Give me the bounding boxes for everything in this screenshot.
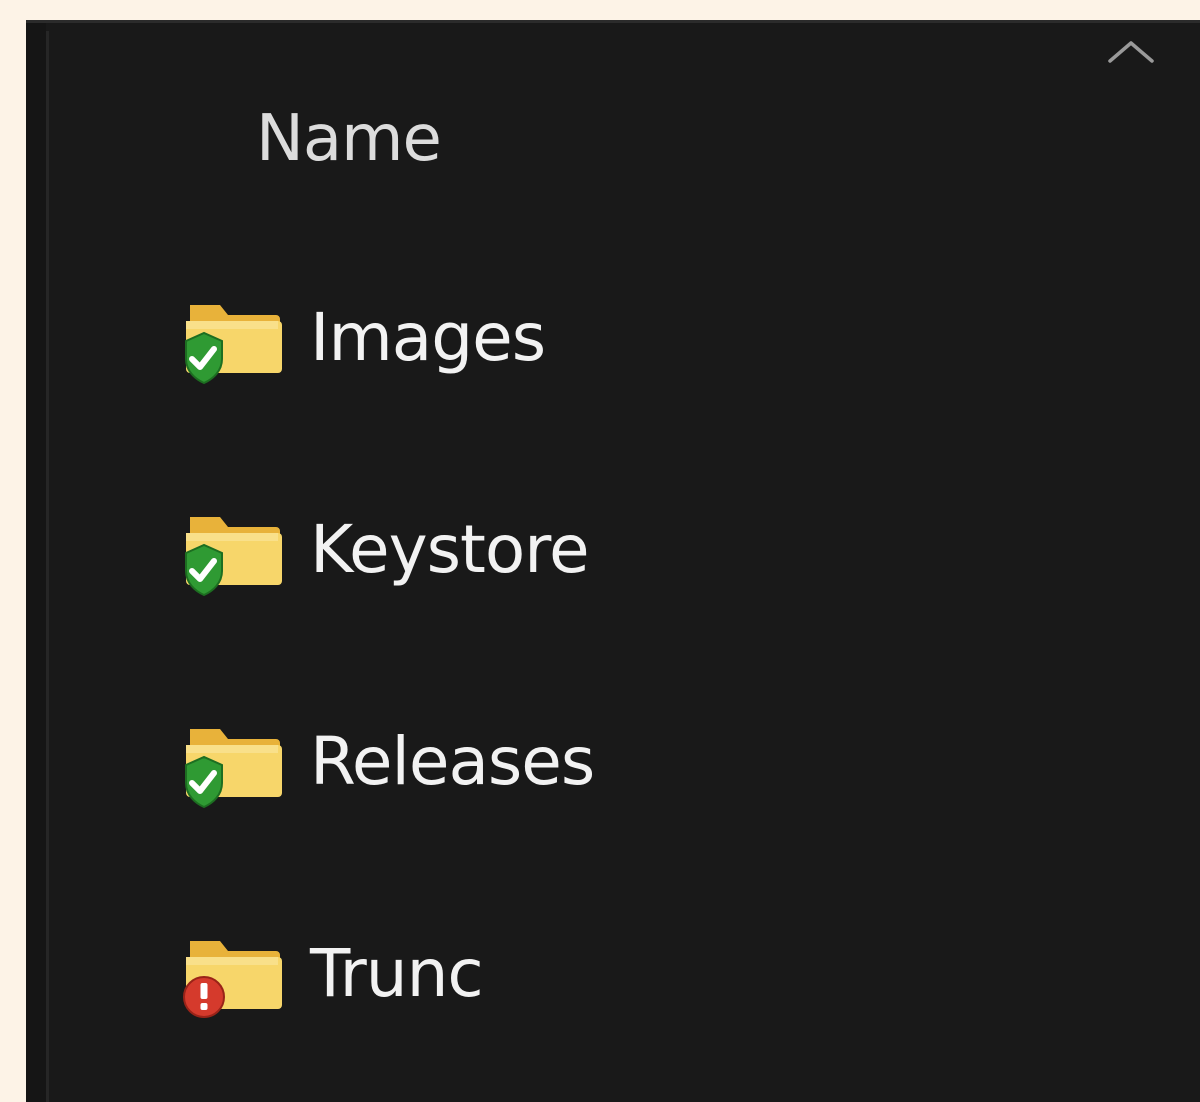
list-item-label: Keystore (310, 511, 590, 588)
column-header-name[interactable]: Name (256, 99, 442, 179)
list-item[interactable]: Trunc (176, 921, 1076, 1031)
list-item[interactable]: Keystore (176, 497, 1076, 607)
red-exclamation-overlay-icon (183, 976, 225, 1018)
green-check-overlay-icon (185, 755, 223, 809)
file-list-pane: Name Images Keystore Releases Trunc (26, 20, 1200, 1102)
green-check-overlay-icon (185, 543, 223, 597)
list-item-label: Trunc (310, 935, 484, 1012)
folder-icon (185, 305, 282, 385)
navigation-pane-edge (26, 23, 46, 1102)
folder-icon (185, 517, 282, 597)
list-item-label: Releases (310, 723, 595, 800)
chevron-up-icon[interactable] (1106, 37, 1156, 67)
pane-divider[interactable] (46, 31, 49, 1102)
list-item[interactable]: Images (176, 285, 1076, 395)
folder-icon (185, 729, 282, 809)
green-check-overlay-icon (185, 331, 223, 385)
list-item[interactable]: Releases (176, 709, 1076, 819)
folder-icon (183, 941, 282, 1018)
list-item-label: Images (310, 299, 546, 376)
